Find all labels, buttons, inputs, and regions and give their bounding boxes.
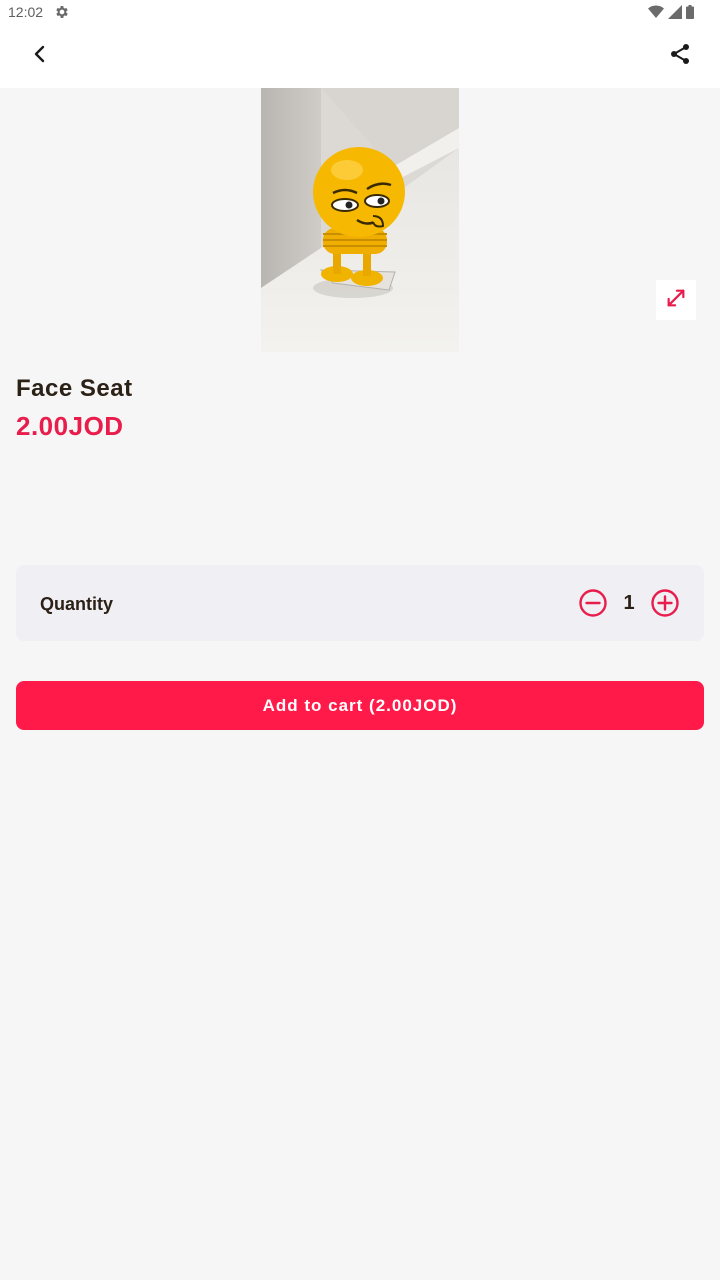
minus-circle-icon[interactable]: [577, 587, 609, 619]
quantity-card: Quantity 1: [16, 565, 704, 641]
status-bar: 12:02: [0, 0, 720, 24]
app-bar: [0, 24, 720, 88]
expand-image-button[interactable]: [656, 280, 696, 320]
battery-icon: [686, 5, 694, 24]
share-button[interactable]: [656, 32, 704, 80]
settings-gear-icon: [54, 4, 70, 20]
product-image[interactable]: [261, 88, 459, 352]
expand-icon: [665, 287, 687, 314]
status-time: 12:02: [8, 4, 44, 20]
quantity-value: 1: [623, 592, 635, 614]
share-icon: [668, 42, 692, 71]
quantity-label: Quantity: [40, 594, 114, 614]
wifi-icon: [648, 5, 664, 24]
product-price: 2.00JOD: [16, 411, 124, 441]
add-to-cart-button[interactable]: Add to cart (2.00JOD): [16, 681, 704, 730]
signal-icon: [668, 5, 682, 24]
back-button[interactable]: [16, 32, 64, 80]
plus-circle-icon[interactable]: [649, 587, 681, 619]
product-name: Face Seat: [16, 375, 133, 402]
chevron-left-icon: [28, 42, 52, 71]
